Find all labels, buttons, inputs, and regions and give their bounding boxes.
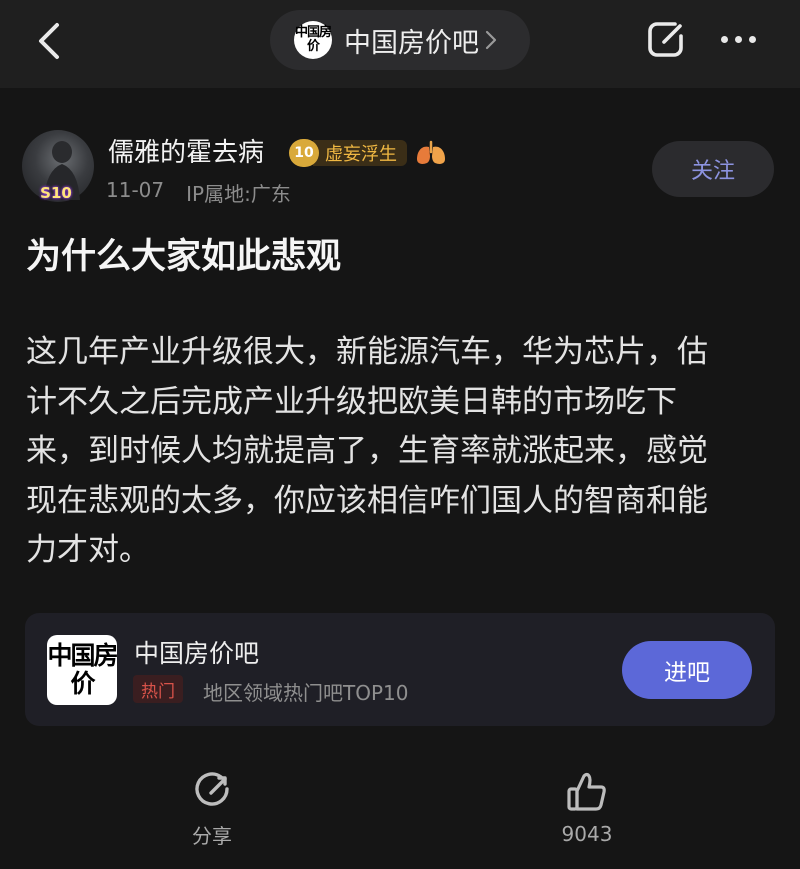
share-action[interactable]: 分享 bbox=[152, 770, 272, 850]
avatar-badge: S10 bbox=[40, 184, 72, 202]
top-bar: 中国房价 中国房价吧 bbox=[0, 0, 800, 88]
chevron-right-icon bbox=[485, 29, 497, 51]
share-icon bbox=[648, 22, 683, 57]
post-body-line: 现在悲观的太多，你应该相信咋们国人的智商和能 bbox=[26, 482, 708, 519]
forum-title: 中国房价吧 bbox=[344, 27, 479, 59]
share-icon bbox=[195, 772, 229, 806]
hot-tag: 热门 bbox=[133, 675, 183, 703]
chevron-left-icon bbox=[39, 23, 59, 59]
more-options-button[interactable] bbox=[708, 16, 768, 62]
post-body-line: 计不久之后完成产业升级把欧美日韩的市场吃下 bbox=[26, 383, 677, 420]
post-title: 为什么大家如此悲观 bbox=[26, 237, 342, 277]
like-action[interactable]: 9043 bbox=[527, 770, 647, 850]
post-date: 11-07 bbox=[106, 178, 165, 202]
forum-card-name: 中国房价吧 bbox=[134, 639, 260, 668]
post-body-line: 这几年产业升级很大，新能源汽车，华为芯片，估 bbox=[26, 334, 708, 370]
share-label: 分享 bbox=[192, 824, 232, 848]
level-title: 虚妄浮生 bbox=[313, 140, 407, 166]
enter-forum-button[interactable]: 进吧 bbox=[622, 641, 752, 699]
forum-logo: 中国房价 bbox=[47, 635, 119, 705]
level-badge: 10 虚妄浮生 bbox=[289, 139, 407, 167]
forum-description: 地区领域热门吧TOP10 bbox=[203, 681, 409, 705]
post-body-line: 力才对。 bbox=[26, 532, 150, 568]
author-avatar[interactable]: S10 bbox=[22, 130, 94, 202]
post-meta: 11-07 IP属地:广东 bbox=[106, 178, 291, 207]
forum-card[interactable]: 中国房价 中国房价吧 热门 地区领域热门吧TOP10 进吧 bbox=[25, 613, 775, 726]
more-icon-dot bbox=[720, 35, 728, 43]
back-button[interactable] bbox=[22, 18, 74, 64]
level-number: 10 bbox=[289, 139, 319, 167]
lung-icon bbox=[417, 140, 445, 164]
post-body-line: 来，到时候人均就提高了，生育率就涨起来，感觉 bbox=[26, 433, 708, 469]
forum-logo-small: 中国房价 bbox=[294, 21, 332, 59]
thumbs-up-icon bbox=[567, 772, 606, 811]
more-icon-dot bbox=[748, 35, 756, 43]
like-count: 9043 bbox=[561, 822, 613, 846]
forum-title-pill[interactable]: 中国房价 中国房价吧 bbox=[270, 10, 530, 70]
follow-button[interactable]: 关注 bbox=[652, 141, 774, 197]
more-icon-dot bbox=[734, 35, 742, 43]
ip-location: IP属地:广东 bbox=[186, 182, 291, 206]
share-icon-button[interactable] bbox=[640, 16, 692, 62]
author-name[interactable]: 儒雅的霍去病 bbox=[108, 132, 264, 169]
post-body: 这几年产业升级很大，新能源汽车，华为芯片，估 计不久之后完成产业升级把欧美日韩的… bbox=[26, 328, 774, 576]
